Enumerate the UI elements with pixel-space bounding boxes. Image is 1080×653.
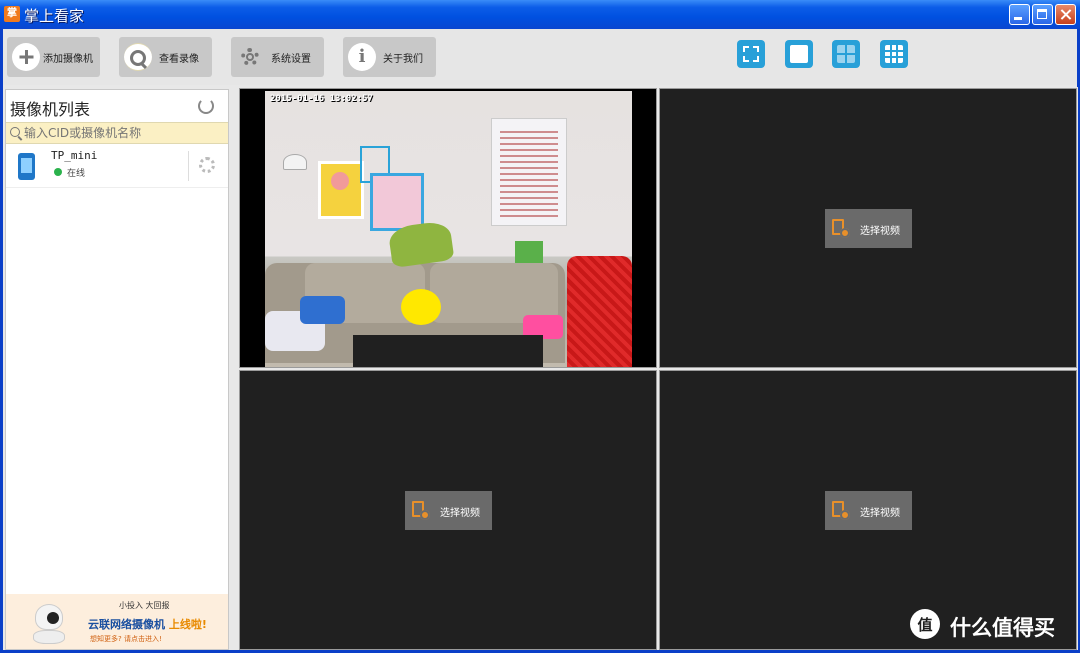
promo-highlight: 上线啦! (168, 618, 207, 631)
camera-search (6, 122, 228, 144)
select-video-button[interactable]: 选择视频 (405, 491, 492, 530)
gear-icon (236, 43, 264, 71)
divider (188, 151, 189, 181)
about-button[interactable]: 关于我们 (343, 37, 436, 77)
live-video-feed: 2015-01-16 13:02:57 (265, 91, 632, 367)
select-video-label: 选择视频 (860, 226, 900, 237)
video-timestamp: 2015-01-16 13:02:57 (270, 94, 373, 104)
camera-list-item[interactable]: TP_mini 在线 (6, 145, 228, 188)
camera-list-panel: 摄像机列表 TP_mini 在线 小投入 大回报 (5, 89, 229, 650)
ip-camera-image (31, 604, 65, 644)
camera-list-title: 摄像机列表 (10, 100, 91, 119)
window-title: 掌上看家 (24, 7, 85, 25)
nine-view-button[interactable] (880, 40, 908, 68)
camera-settings-icon[interactable] (199, 157, 215, 173)
maximize-button[interactable] (1032, 4, 1053, 25)
search-icon (124, 43, 152, 71)
video-grid: 2015-01-16 13:02:57 选择视频 选择视频 选择视频 (238, 87, 1078, 650)
close-button[interactable] (1055, 4, 1076, 25)
add-video-file-icon (832, 219, 850, 238)
info-icon (348, 43, 376, 71)
add-camera-button[interactable]: 添加摄像机 (7, 37, 100, 77)
promo-line1: 小投入 大回报 (119, 601, 170, 610)
promo-line3: 想知更多? 请点击进入! (90, 635, 162, 643)
single-view-button[interactable] (785, 40, 813, 68)
title-bar[interactable]: 掌 掌上看家 (0, 0, 1080, 29)
toolbar: 添加摄像机 查看录像 系统设置 关于我们 (3, 29, 1077, 85)
view-recordings-label: 查看录像 (159, 54, 199, 65)
app-window: 掌 掌上看家 添加摄像机 查看录像 系统设置 关于我们 (0, 0, 1080, 653)
camera-search-input[interactable] (24, 124, 224, 142)
promo-banner[interactable]: 小投入 大回报 云联网络摄像机 上线啦! 想知更多? 请点击进入! (6, 594, 228, 649)
video-pane-2[interactable]: 选择视频 (659, 88, 1077, 368)
promo-line2: 云联网络摄像机 上线啦! (88, 618, 207, 631)
online-status-dot (54, 168, 62, 176)
refresh-icon[interactable] (198, 98, 214, 114)
select-video-button[interactable]: 选择视频 (825, 491, 912, 530)
about-label: 关于我们 (383, 54, 423, 65)
add-video-file-icon (412, 501, 430, 520)
app-icon: 掌 (4, 6, 20, 22)
camera-name: TP_mini (51, 149, 98, 162)
client-area: 添加摄像机 查看录像 系统设置 关于我们 (3, 29, 1078, 650)
select-video-label: 选择视频 (860, 508, 900, 519)
add-video-file-icon (832, 501, 850, 520)
fullscreen-button[interactable] (737, 40, 765, 68)
select-video-label: 选择视频 (440, 508, 480, 519)
settings-button[interactable]: 系统设置 (231, 37, 324, 77)
add-icon (12, 43, 40, 71)
view-recordings-button[interactable]: 查看录像 (119, 37, 212, 77)
quad-view-button[interactable] (832, 40, 860, 68)
minimize-button[interactable] (1009, 4, 1030, 25)
settings-label: 系统设置 (271, 54, 311, 65)
camera-list-header: 摄像机列表 (6, 90, 228, 122)
select-video-button[interactable]: 选择视频 (825, 209, 912, 248)
watermark-logo (910, 609, 940, 639)
camera-status: 在线 (67, 169, 86, 179)
video-pane-3[interactable]: 选择视频 (239, 370, 657, 650)
video-pane-1[interactable]: 2015-01-16 13:02:57 (239, 88, 657, 368)
add-camera-label: 添加摄像机 (43, 54, 93, 65)
search-icon (10, 127, 20, 137)
video-pane-4[interactable]: 选择视频 (659, 370, 1077, 650)
watermark-text: 什么值得买 (950, 616, 1055, 640)
android-phone-icon (18, 153, 35, 180)
